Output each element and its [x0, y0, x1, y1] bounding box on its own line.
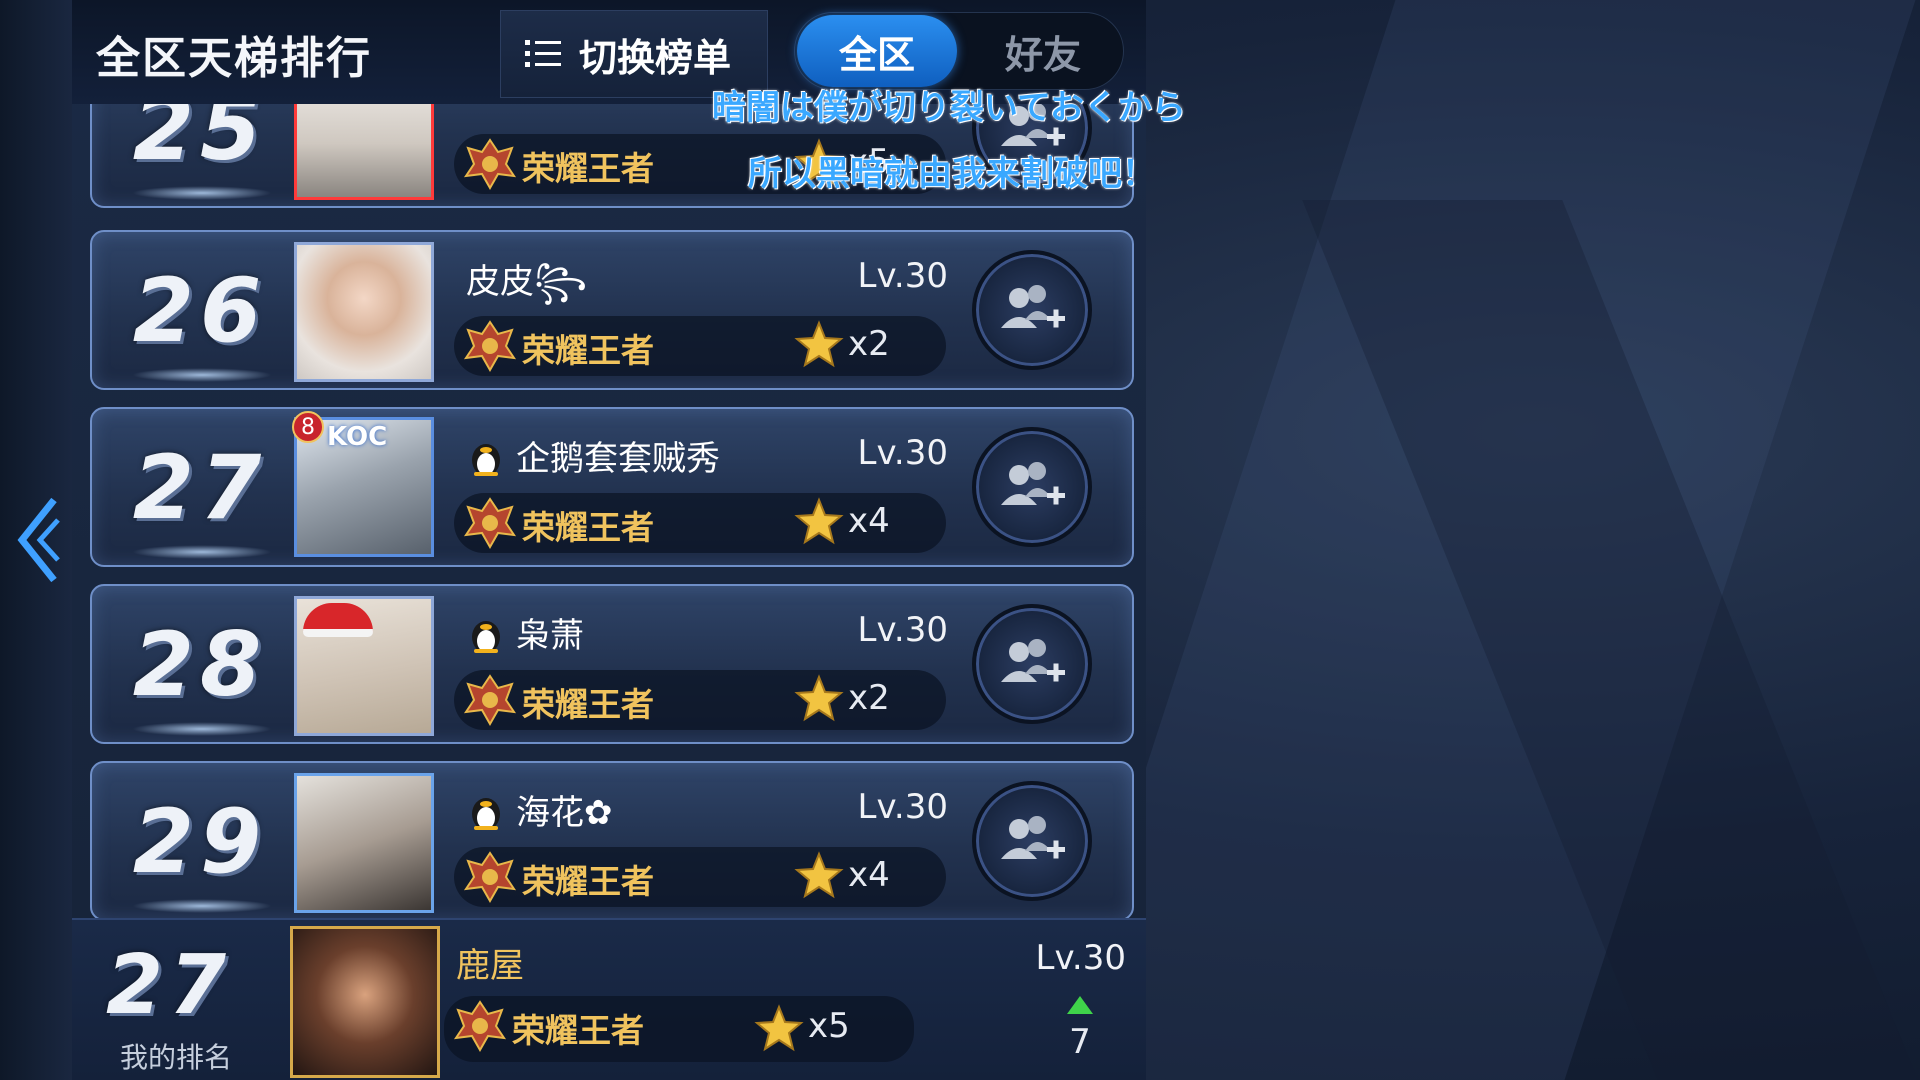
penguin-icon [472, 443, 500, 476]
avatar[interactable] [294, 242, 434, 382]
leaderboard-row: 29 海花✿ Lv.30 荣耀王者 x4 [90, 761, 1134, 921]
tier-name: 荣耀王者 [522, 331, 654, 370]
add-friend-icon [1001, 816, 1065, 859]
player-name: 皮皮꧂ [466, 262, 588, 302]
rank-glow [132, 722, 272, 736]
back-chevron-icon[interactable] [12, 490, 64, 590]
player-level: Lv.30 [857, 610, 949, 650]
list-icon [525, 40, 561, 67]
rank-trend-value: 7 [1069, 1022, 1091, 1062]
leaderboard-row: 27 KOC 8 企鹅套套贼秀 Lv.30 荣耀王者 x4 [90, 407, 1134, 567]
add-friend-icon [1001, 462, 1065, 505]
add-friend-button[interactable] [972, 781, 1092, 901]
tab-friends[interactable]: 好友 [963, 15, 1123, 87]
tier-bar: 荣耀王者 x2 [454, 316, 946, 376]
penguin-icon [472, 797, 500, 830]
player-level: Lv.30 [857, 787, 949, 827]
my-rank-number: 27 [105, 937, 233, 1033]
avatar[interactable] [294, 596, 434, 736]
penguin-icon [472, 620, 500, 653]
king-emblem-icon [463, 497, 517, 550]
tier-bar: 荣耀王者 x2 [454, 670, 946, 730]
rank-badge: 8 [292, 411, 324, 443]
my-rank-bar: 27 我的排名 鹿屋 Lv.30 荣耀王者 x5 7 [72, 918, 1146, 1080]
add-friend-button[interactable] [972, 250, 1092, 370]
king-emblem-icon [463, 851, 517, 904]
name-line: 海花✿ [466, 785, 613, 834]
star-count: x4 [848, 501, 890, 541]
add-friend-button[interactable] [972, 427, 1092, 547]
player-name: 企鹅套套贼秀 [516, 439, 720, 479]
star-icon [794, 674, 844, 722]
star-icon [794, 851, 844, 899]
add-friend-icon [1001, 639, 1065, 682]
my-tier-bar: 荣耀王者 x5 [444, 996, 914, 1062]
rank-glow [132, 899, 272, 913]
tab-all-region[interactable]: 全区 [797, 15, 957, 87]
star-count: x2 [848, 324, 890, 364]
left-rail [0, 0, 72, 1080]
subtitle-line-1: 暗闇は僕が切り裂いておくから [712, 88, 1186, 128]
king-emblem-icon [453, 1000, 507, 1053]
my-star-count: x5 [808, 1006, 850, 1046]
name-line: 企鹅套套贼秀 [466, 431, 720, 480]
king-emblem-icon [463, 138, 517, 191]
my-player-name: 鹿屋 [456, 946, 524, 986]
avatar-frame-text: KOC [327, 422, 388, 452]
my-avatar[interactable] [290, 926, 440, 1078]
name-line: 皮皮꧂ [466, 254, 587, 325]
rank-glow [132, 368, 272, 382]
player-level: Lv.30 [857, 256, 949, 296]
tier-name: 荣耀王者 [522, 508, 654, 547]
add-friend-icon [1001, 285, 1065, 328]
rank-number: 29 [132, 789, 268, 893]
rank-glow [132, 545, 272, 559]
king-emblem-icon [463, 674, 517, 727]
rank-number: 28 [132, 612, 268, 716]
star-icon [794, 320, 844, 368]
leaderboard-row: 26 皮皮꧂ Lv.30 荣耀王者 x2 [90, 230, 1134, 390]
add-friend-button[interactable] [972, 604, 1092, 724]
my-rank-label: 我的排名 [120, 1041, 233, 1074]
avatar[interactable] [294, 773, 434, 913]
tier-name: 荣耀王者 [522, 149, 654, 188]
player-name: 枭萧 [516, 616, 584, 656]
switch-leaderboard-label: 切换榜单 [579, 35, 732, 80]
scope-tabs: 全区 好友 [794, 12, 1124, 90]
star-icon [754, 1004, 804, 1052]
tier-name: 荣耀王者 [522, 685, 654, 724]
my-tier-name: 荣耀王者 [512, 1011, 644, 1050]
tier-bar: 荣耀王者 x4 [454, 493, 946, 553]
leaderboard-row: 28 枭萧 Lv.30 荣耀王者 x2 [90, 584, 1134, 744]
king-emblem-icon [463, 320, 517, 373]
page-title: 全区天梯排行 [96, 33, 372, 84]
rank-trend: 7 [1054, 994, 1106, 1062]
rank-number: 27 [132, 435, 268, 539]
star-count: x2 [848, 678, 890, 718]
player-name: 海花✿ [516, 793, 613, 833]
my-player-level: Lv.30 [1035, 938, 1127, 978]
star-icon [794, 497, 844, 545]
rank-glow [132, 186, 272, 200]
trend-up-icon [1067, 996, 1093, 1014]
subtitle-line-2: 所以黑暗就由我来割破吧！ [748, 154, 1156, 194]
name-line: 枭萧 [466, 608, 584, 657]
star-count: x4 [848, 855, 890, 895]
player-level: Lv.30 [857, 433, 949, 473]
rank-number: 26 [132, 258, 268, 362]
tier-name: 荣耀王者 [522, 862, 654, 901]
tier-bar: 荣耀王者 x4 [454, 847, 946, 907]
